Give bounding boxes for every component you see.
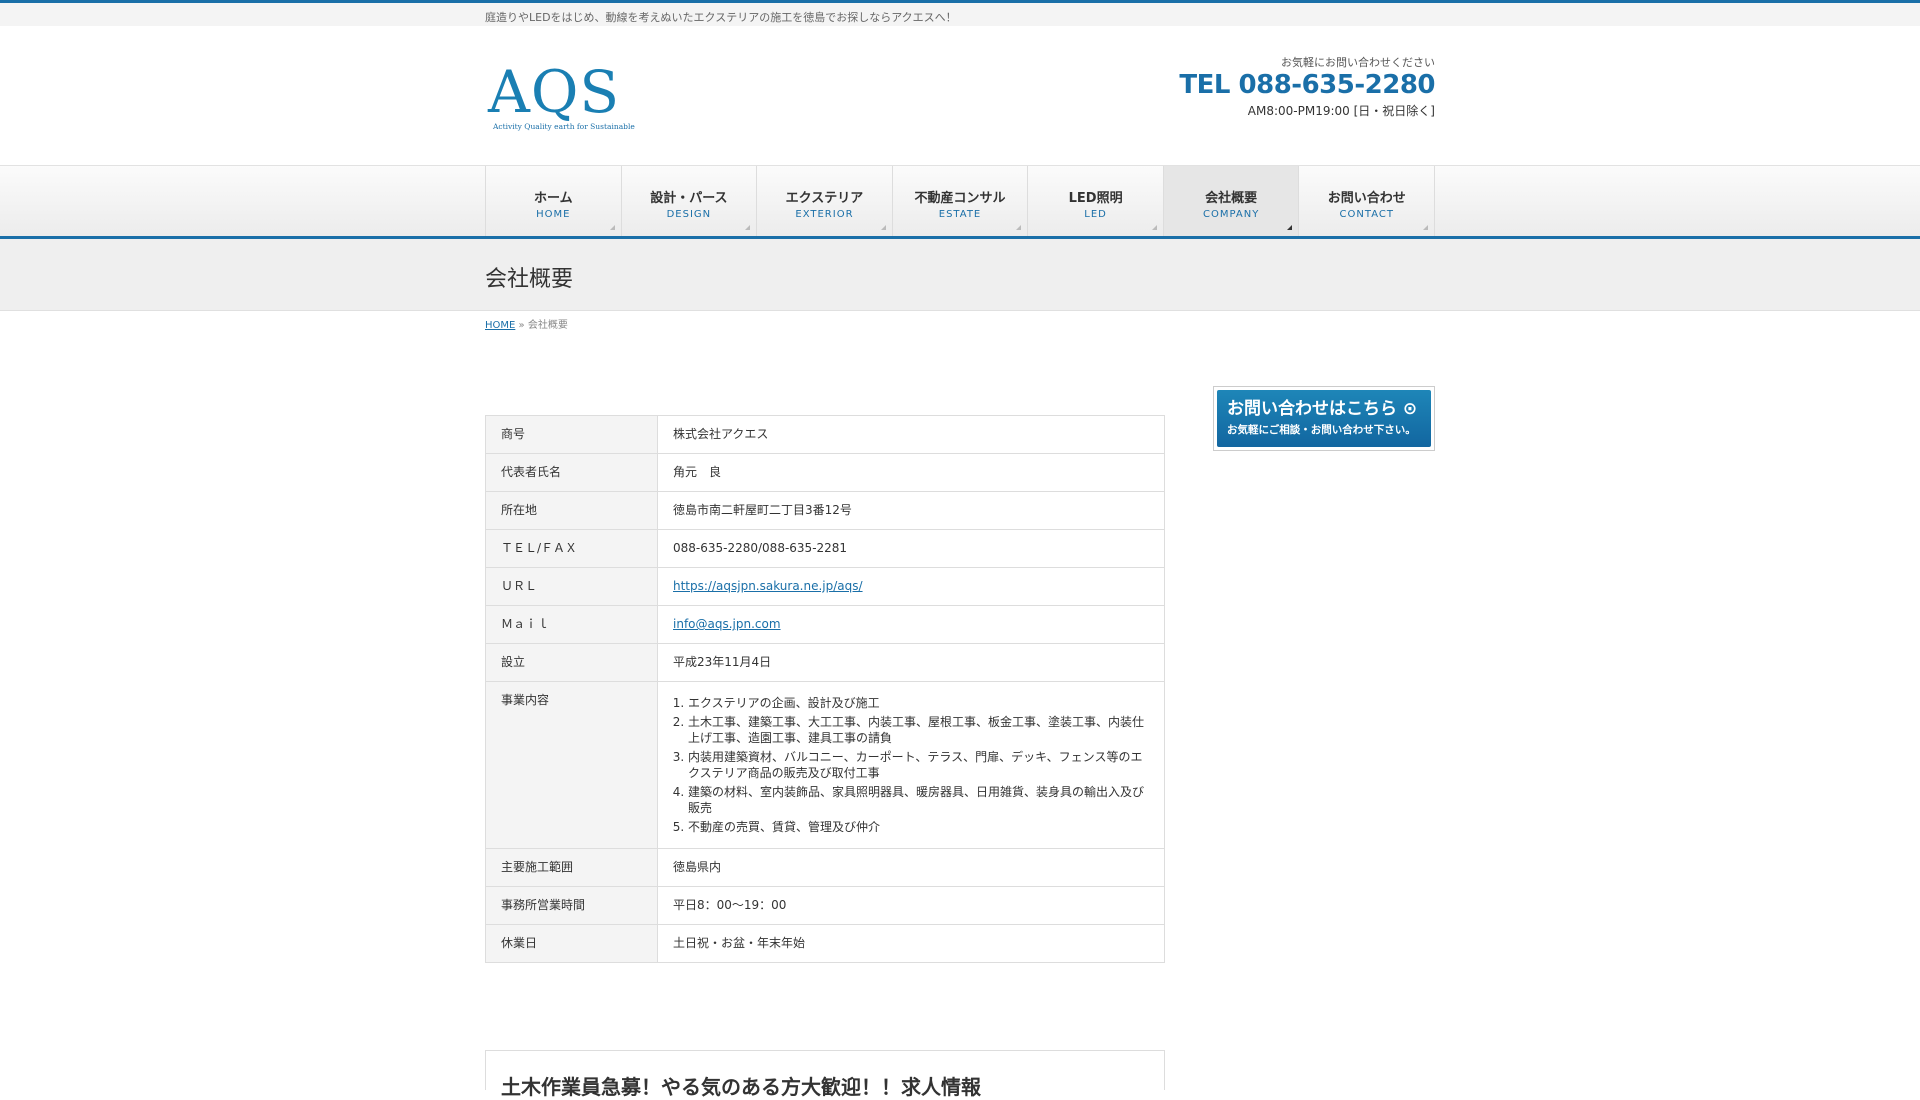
logo-tagline: Activity Quality earth for Sustainable	[493, 122, 635, 131]
row-value-cell: info@aqs.jpn.com	[657, 605, 1165, 644]
row-label: 主要施工範囲	[485, 848, 658, 887]
row-label: Ｍａｉｌ	[485, 605, 658, 644]
mail-link[interactable]: info@aqs.jpn.com	[673, 617, 781, 631]
row-label: 商号	[485, 415, 658, 454]
nav-label-en: COMPANY	[1203, 209, 1260, 220]
banner-title: お問い合わせはこちら ⊙	[1227, 399, 1418, 419]
nav-label-jp: 設計・パース	[650, 191, 728, 206]
row-label: 代表者氏名	[485, 453, 658, 492]
nav-item-design[interactable]: 設計・パース DESIGN	[622, 166, 758, 236]
contact-banner[interactable]: お問い合わせはこちら ⊙ お気軽にご相談・お問い合わせ下さい。	[1213, 386, 1435, 451]
corner-arrow-icon	[1423, 225, 1429, 230]
nav-label-jp: ホーム	[533, 191, 573, 206]
row-label: 事業内容	[485, 681, 658, 849]
nav-label-jp: お問い合わせ	[1327, 191, 1406, 206]
row-value: 平日8：00～19：00	[657, 886, 1165, 925]
site-header: AQS Activity Quality earth for Sustainab…	[0, 26, 1920, 165]
row-value: 平成23年11月4日	[657, 643, 1165, 682]
table-row: 休業日 土日祝・お盆・年末年始	[485, 924, 1165, 963]
page-title: 会社概要	[485, 267, 574, 292]
row-value: 徳島市南二軒屋町二丁目3番12号	[657, 491, 1165, 530]
row-label: ＵＲＬ	[485, 567, 658, 606]
recruit-heading: 土木作業員急募！やる気のある方大歓迎！！求人情報	[501, 1075, 981, 1099]
list-item: 土木工事、建築工事、大工工事、内装工事、屋根工事、板金工事、塗装工事、内装仕上げ…	[688, 714, 1149, 746]
recruit-section: 土木作業員急募！やる気のある方大歓迎！！求人情報	[485, 1050, 1165, 1099]
breadcrumb-separator: »	[518, 320, 525, 331]
table-row: Ｍａｉｌ info@aqs.jpn.com	[485, 605, 1165, 644]
nav-label-en: DESIGN	[666, 209, 712, 220]
corner-arrow-icon	[745, 225, 751, 230]
row-value: 徳島県内	[657, 848, 1165, 887]
nav-item-company[interactable]: 会社概要 COMPANY	[1163, 166, 1300, 236]
table-row: 設立 平成23年11月4日	[485, 643, 1165, 682]
nav-label-jp: エクステリア	[785, 191, 864, 206]
corner-arrow-icon	[880, 225, 886, 230]
row-label: 事務所営業時間	[485, 886, 658, 925]
contact-lead: お気軽にお問い合わせください	[1281, 56, 1435, 69]
list-item: エクステリアの企画、設計及び施工	[688, 695, 1149, 711]
nav-item-contact[interactable]: お問い合わせ CONTACT	[1299, 166, 1436, 236]
global-nav: ホーム HOME 設計・パース DESIGN エクステリア EXTERIOR 不…	[0, 165, 1920, 239]
site-logo[interactable]: AQS Activity Quality earth for Sustainab…	[488, 58, 635, 140]
nav-item-estate[interactable]: 不動産コンサル ESTATE	[893, 166, 1029, 236]
breadcrumb-home-link[interactable]: HOME	[485, 320, 515, 331]
nav-label-jp: 不動産コンサル	[914, 191, 1006, 206]
table-row: ＵＲＬ https://aqsjpn.sakura.ne.jp/aqs/	[485, 567, 1165, 606]
table-row: 代表者氏名 角元 良	[485, 453, 1165, 492]
row-label: 所在地	[485, 491, 658, 530]
table-row: 所在地 徳島市南二軒屋町二丁目3番12号	[485, 491, 1165, 530]
page-title-band: 会社概要	[0, 239, 1920, 311]
table-row: 商号 株式会社アクエス	[485, 415, 1165, 454]
nav-item-led[interactable]: LED照明 LED	[1028, 166, 1164, 236]
list-item: 建築の材料、室内装飾品、家具照明器具、暖房器具、日用雑貨、装身具の輸出入及び販売	[688, 784, 1149, 816]
row-value: 088-635-2280/088-635-2281	[657, 529, 1165, 568]
corner-arrow-icon	[1287, 225, 1293, 230]
corner-arrow-icon	[1016, 225, 1022, 230]
nav-label-en: ESTATE	[938, 209, 982, 220]
phone-number[interactable]: TEL 088-635-2280	[1179, 70, 1435, 100]
row-value: 土日祝・お盆・年末年始	[657, 924, 1165, 963]
row-label: 設立	[485, 643, 658, 682]
company-info-table: 商号 株式会社アクエス 代表者氏名 角元 良 所在地 徳島市南二軒屋町二丁目3番…	[485, 415, 1165, 963]
row-label: ＴＥＬ/ＦＡＸ	[485, 529, 658, 568]
header-contact: お気軽にお問い合わせください TEL 088-635-2280 AM8:00-P…	[1179, 54, 1435, 119]
breadcrumb-current: 会社概要	[527, 320, 568, 331]
top-bar: 庭造りやLEDをはじめ、動線を考えぬいたエクステリアの施工を徳島でお探しならアク…	[0, 0, 1920, 26]
table-row: 事業内容 エクステリアの企画、設計及び施工 土木工事、建築工事、大工工事、内装工…	[485, 681, 1165, 849]
row-value-cell: https://aqsjpn.sakura.ne.jp/aqs/	[657, 567, 1165, 606]
table-row: 主要施工範囲 徳島県内	[485, 848, 1165, 887]
nav-item-home[interactable]: ホーム HOME	[486, 166, 622, 236]
corner-arrow-icon	[609, 225, 615, 230]
table-row: ＴＥＬ/ＦＡＸ 088-635-2280/088-635-2281	[485, 529, 1165, 568]
business-list: エクステリアの企画、設計及び施工 土木工事、建築工事、大工工事、内装工事、屋根工…	[673, 695, 1149, 835]
nav-item-exterior[interactable]: エクステリア EXTERIOR	[757, 166, 893, 236]
list-item: 不動産の売買、賃貸、管理及び仲介	[688, 819, 1149, 835]
row-value-cell: エクステリアの企画、設計及び施工 土木工事、建築工事、大工工事、内装工事、屋根工…	[657, 681, 1165, 849]
corner-arrow-icon	[1151, 225, 1157, 230]
banner-subtitle: お気軽にご相談・お問い合わせ下さい。	[1227, 424, 1416, 436]
row-label: 休業日	[485, 924, 658, 963]
url-link[interactable]: https://aqsjpn.sakura.ne.jp/aqs/	[673, 579, 863, 593]
row-value: 角元 良	[657, 453, 1165, 492]
row-value: 株式会社アクエス	[657, 415, 1165, 454]
list-item: 内装用建築資材、バルコニー、カーポート、テラス、門扉、デッキ、フェンス等のエクス…	[688, 749, 1149, 781]
business-hours: AM8:00-PM19:00 [日・祝日除く]	[1247, 104, 1435, 118]
nav-label-jp: 会社概要	[1205, 191, 1258, 206]
table-row: 事務所営業時間 平日8：00～19：00	[485, 886, 1165, 925]
logo-mark: AQS	[488, 58, 621, 126]
contact-banner-inner: お問い合わせはこちら ⊙ お気軽にご相談・お問い合わせ下さい。	[1217, 390, 1431, 447]
site-description: 庭造りやLEDをはじめ、動線を考えぬいたエクステリアの施工を徳島でお探しならアク…	[485, 11, 957, 24]
nav-label-en: CONTACT	[1339, 209, 1394, 220]
nav-label-jp: LED照明	[1068, 191, 1123, 206]
nav-label-en: EXTERIOR	[795, 209, 854, 220]
nav-label-en: HOME	[536, 209, 571, 220]
breadcrumb: HOME » 会社概要	[485, 316, 568, 331]
nav-label-en: LED	[1084, 209, 1107, 220]
